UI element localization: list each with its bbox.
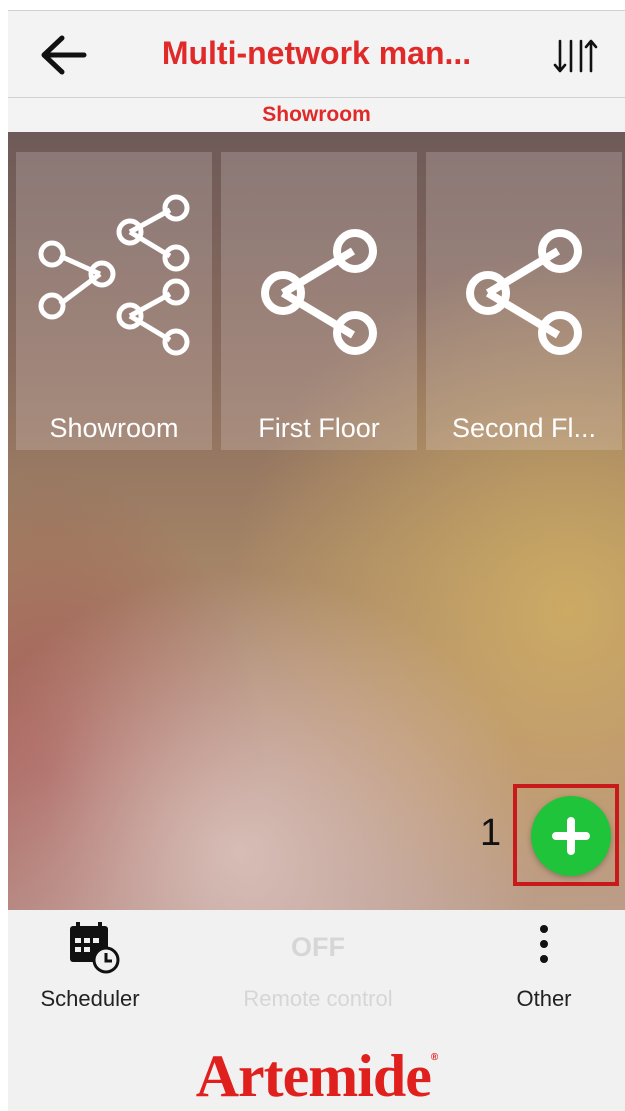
tile-label: Showroom [49, 413, 179, 443]
network-tile-showroom[interactable]: Showroom [16, 152, 212, 450]
annotation-index: 1 [480, 812, 502, 854]
back-button[interactable] [38, 33, 88, 77]
sort-button[interactable] [553, 33, 599, 77]
remote-control-button[interactable]: OFF Remote control [218, 910, 418, 1022]
add-network-button[interactable] [531, 796, 611, 876]
top-app-bar: Multi-network man... [8, 10, 625, 98]
brand-logo: Artemide® [8, 1042, 625, 1111]
remote-control-label: Remote control [243, 986, 393, 1011]
share-network-icon [466, 229, 582, 355]
page-title: Multi-network man... [161, 35, 472, 71]
fab-highlight [513, 784, 619, 886]
scheduler-button[interactable]: Scheduler [0, 910, 190, 1022]
share-network-icon [261, 229, 377, 355]
multi-network-share-icon [38, 194, 190, 356]
sort-arrows-icon [553, 39, 598, 73]
network-tile-first-floor[interactable]: First Floor [221, 152, 417, 450]
network-tile-second-floor[interactable]: Second Fl... [426, 152, 622, 450]
other-button[interactable]: Other [444, 910, 625, 1022]
other-label: Other [516, 986, 572, 1011]
current-network-label: Showroom [262, 103, 371, 126]
network-breadcrumb: Showroom [8, 98, 625, 132]
tile-label: First Floor [258, 413, 380, 443]
arrow-left-icon [41, 35, 87, 75]
calendar-clock-icon [70, 922, 120, 974]
network-grid-area: Showroom First Floor Second Fl... 1 [8, 132, 625, 910]
vertical-dots-icon [540, 925, 548, 963]
bottom-bar: Scheduler OFF Remote control Other Artem… [8, 910, 625, 1111]
scheduler-label: Scheduler [40, 986, 140, 1011]
brand-name: Artemide [195, 1043, 432, 1109]
plus-icon [552, 817, 590, 855]
remote-status: OFF [291, 932, 345, 962]
tile-label: Second Fl... [451, 413, 597, 443]
registered-mark: ® [430, 1052, 438, 1063]
